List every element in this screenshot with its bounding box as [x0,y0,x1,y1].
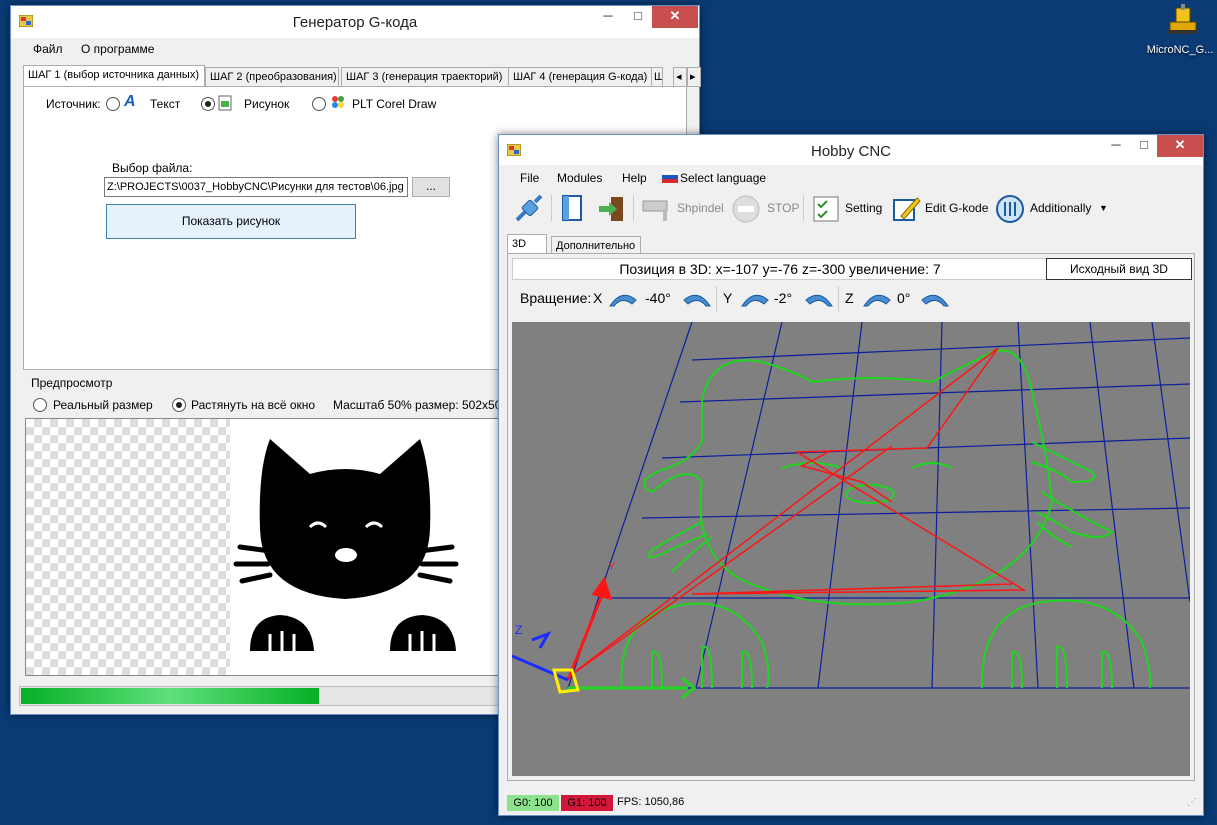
titlebar: Hobby CNC ─ □ ✕ [499,135,1203,165]
tab-step4[interactable]: ШАГ 4 (генерация G-кода) [508,67,652,87]
tab-scroll-left-button[interactable]: ◂ [673,67,687,87]
rotate-y-right-icon[interactable] [804,290,834,308]
rotate-y-left-icon[interactable] [740,290,770,308]
preview-option-stretch: Растянуть на всё окно [191,398,316,412]
rotation-y-value: -2° [774,290,793,306]
spindle-button[interactable]: Shpindel [677,191,724,225]
viewport-3d[interactable]: Z Y [512,322,1190,776]
file-label: Выбор файла: [112,161,193,175]
source-option-image: Рисунок [244,97,290,111]
machine-icon [1168,4,1198,34]
progress-fill [21,688,319,704]
rotation-label: Вращение: [520,290,592,306]
menu-file[interactable]: Файл [33,42,63,56]
source-label: Источник: [46,97,101,111]
rotation-z-label: Z [845,290,854,306]
g0-status: G0: 100 [507,795,559,811]
rotation-z-value: 0° [897,290,911,306]
tab-step5[interactable]: Ш [651,67,663,87]
position-readout: Позиция в 3D: x=-107 y=-76 z=-300 увелич… [512,258,1048,280]
menu-file[interactable]: File [520,171,539,185]
stop-icon[interactable] [731,194,761,224]
image-preview [25,418,501,676]
tab-step3[interactable]: ШАГ 3 (генерация траекторий) [341,67,509,87]
show-image-button[interactable]: Показать рисунок [106,204,356,239]
g1-status: G1: 100 [561,795,613,811]
spindle-icon[interactable] [641,195,675,223]
cat-image [233,439,459,651]
tab-step1[interactable]: ШАГ 1 (выбор источника данных) [23,65,205,87]
close-button[interactable]: ✕ [652,6,698,28]
rotation-x-value: -40° [645,290,671,306]
additionally-button[interactable]: Additionally [1030,191,1091,225]
source-option-text: Текст [150,97,181,111]
axis-z-label: Z [515,623,522,637]
corel-icon [332,96,344,108]
radio-text[interactable] [106,97,120,111]
rotate-x-left-icon[interactable] [608,290,638,308]
stop-button[interactable]: STOP [767,191,799,225]
additionally-icon[interactable] [995,194,1025,224]
close-button[interactable]: ✕ [1157,135,1203,157]
toolbar-separator [803,195,804,221]
open-file-icon[interactable] [559,194,587,224]
radio-real-size[interactable] [33,398,47,412]
dropdown-arrow-icon[interactable]: ▼ [1099,191,1108,225]
resize-grip-icon[interactable]: ⋰ [1187,797,1197,808]
preview-group-label: Предпросмотр [31,376,113,390]
menubar: Файл О программе [11,38,699,60]
image-source-icon [218,95,232,111]
hobby-cnc-window: Hobby CNC ─ □ ✕ File Modules Help Select… [498,134,1204,816]
titlebar: Генератор G-кода ─ □ ✕ [11,6,699,38]
connect-icon[interactable] [513,194,543,224]
fps-status: FPS: 1050,86 [617,796,685,808]
setting-button[interactable]: Setting [845,191,882,225]
menu-select-language[interactable]: Select language [680,171,766,185]
window-title: Hobby CNC [810,143,892,160]
rotate-z-right-icon[interactable] [920,290,950,308]
reset-view-button[interactable]: Исходный вид 3D [1046,258,1192,280]
tab-step2[interactable]: ШАГ 2 (преобразования) [205,67,339,87]
maximize-button[interactable]: □ [1129,135,1159,157]
minimize-button[interactable]: ─ [1101,135,1131,157]
menu-about[interactable]: О программе [81,42,154,56]
toolbar-separator [716,286,717,312]
flag-icon [662,171,678,183]
source-option-plt: PLT Corel Draw [352,97,437,111]
text-source-icon: A [124,93,136,110]
axis-y-label: Y [608,561,616,573]
tab-scroll-right-button[interactable]: ▸ [687,67,701,87]
radio-image[interactable] [201,97,215,111]
edit-gcode-button[interactable]: Edit G-kode [925,191,988,225]
rotation-x-label: X [593,290,603,306]
radio-stretch[interactable] [172,398,186,412]
browse-button[interactable]: ... [412,177,450,197]
step-tabs: ШАГ 1 (выбор источника данных) ШАГ 2 (пр… [23,65,701,87]
menubar: File Modules Help Select language [499,167,1203,189]
edit-icon[interactable] [891,194,921,224]
toolbar-separator [551,195,552,221]
desktop-icon-label: MicroNC_G... [1146,44,1214,56]
minimize-button[interactable]: ─ [593,6,623,28]
rotate-x-right-icon[interactable] [682,290,712,308]
scale-info: Масштаб 50% размер: 502x502 п [333,398,518,412]
rotation-y-label: Y [723,290,733,306]
rotate-z-left-icon[interactable] [862,290,892,308]
status-bar: G0: 100 G1: 100 FPS: 1050,86 ⋰ [499,791,1203,815]
view3d-panel: Позиция в 3D: x=-107 y=-76 z=-300 увелич… [507,253,1195,781]
progress-bar [19,686,501,706]
toolbar-separator [633,195,634,221]
settings-icon[interactable] [811,194,841,224]
toolbar-separator [838,286,839,312]
menu-help[interactable]: Help [622,171,647,185]
file-path-input[interactable] [104,177,408,197]
radio-plt[interactable] [312,97,326,111]
desktop-icon-micronc[interactable]: MicroNC_G... [1140,0,1217,70]
import-icon[interactable] [597,194,627,224]
maximize-button[interactable]: □ [623,6,653,28]
menu-modules[interactable]: Modules [557,171,602,185]
toolbar: Shpindel STOP Setting Edit G-kode Additi… [499,191,1203,227]
preview-option-real: Реальный размер [53,398,153,412]
